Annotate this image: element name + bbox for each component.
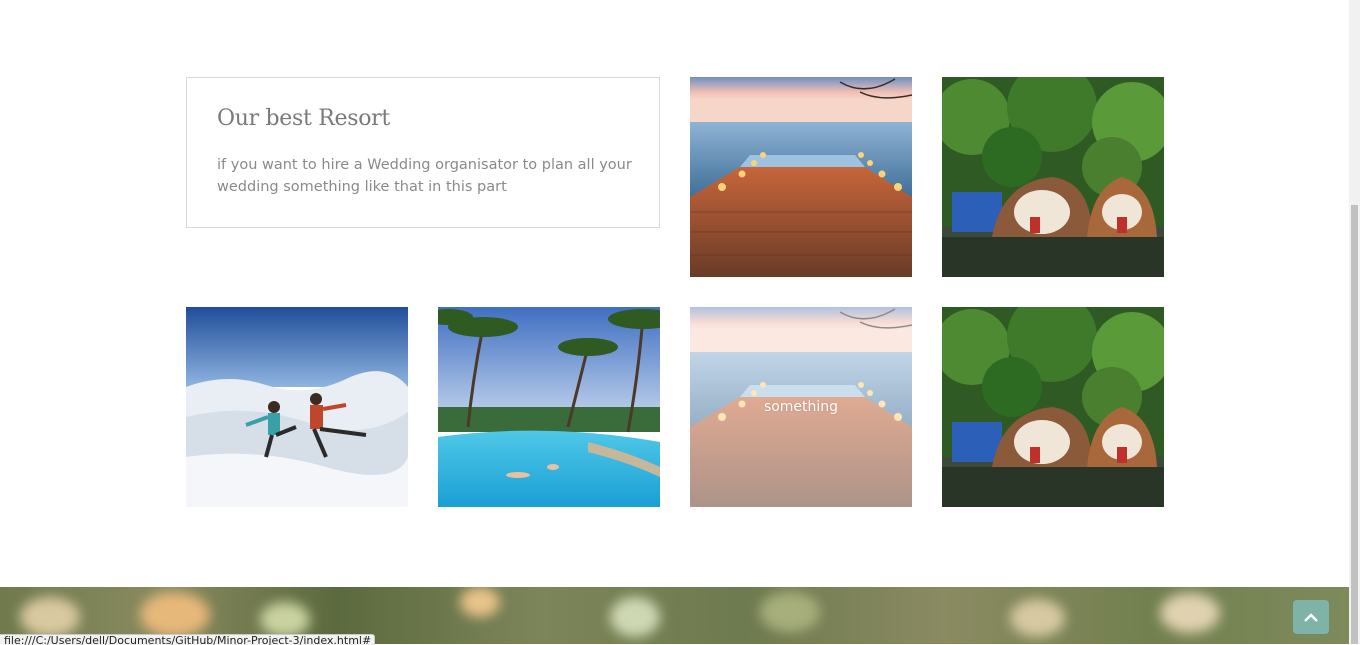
scrollbar-thumb[interactable] [1351, 205, 1358, 644]
snow-image [186, 307, 408, 507]
gallery-tile-pool[interactable] [438, 307, 660, 507]
intro-text: if you want to hire a Wedding organisato… [217, 157, 632, 195]
pool-image [438, 307, 660, 507]
intro-title: Our best Resort [217, 106, 390, 131]
houseboat-image [942, 307, 1164, 507]
gallery-tile-pier-hover[interactable]: something [690, 307, 912, 507]
tile-caption: something [763, 399, 839, 415]
gallery-tile-houseboat[interactable] [942, 77, 1164, 277]
chevron-up-icon [1304, 613, 1318, 622]
vertical-scrollbar[interactable] [1349, 0, 1360, 644]
back-to-top-button[interactable] [1293, 600, 1329, 634]
intro-card: Our best Resort if you want to hire a We… [186, 77, 660, 228]
gallery-tile-snow[interactable] [186, 307, 408, 507]
houseboat-image [942, 77, 1164, 277]
browser-status-bar: file:///C:/Users/dell/Documents/GitHub/M… [0, 634, 375, 645]
gallery-tile-pier-sunset[interactable] [690, 77, 912, 277]
page: Our best Resort if you want to hire a We… [0, 0, 1349, 644]
tile-hover-overlay: something [690, 307, 912, 507]
pier-sunset-image [690, 77, 912, 277]
gallery-tile-houseboat[interactable] [942, 307, 1164, 507]
